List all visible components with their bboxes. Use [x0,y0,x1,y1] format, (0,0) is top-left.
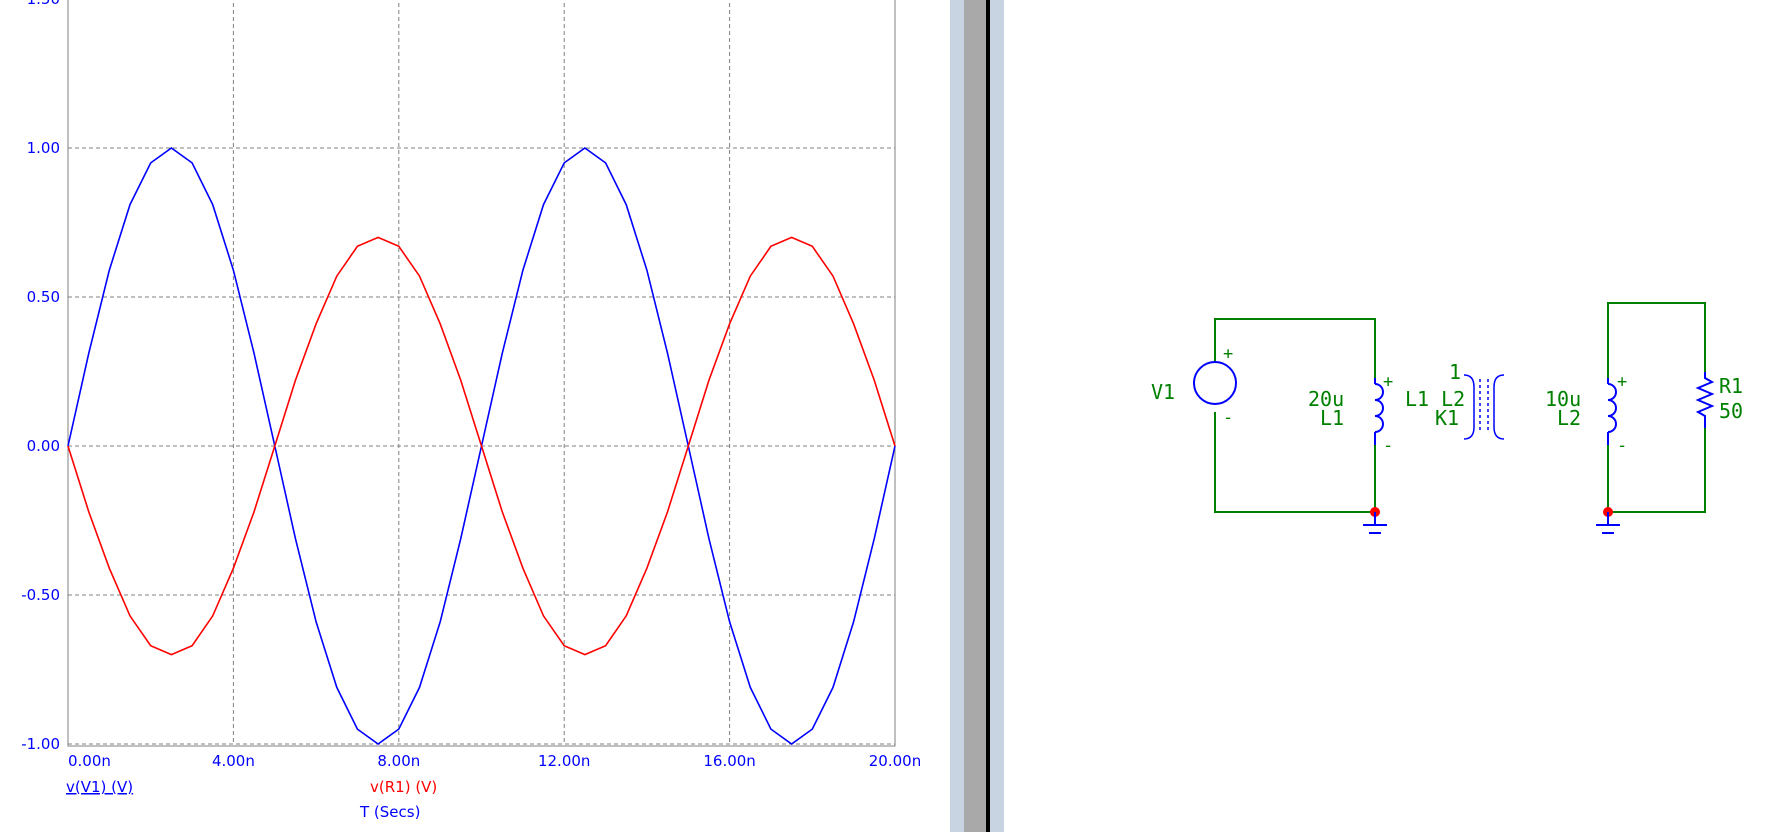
r1-resistor[interactable]: R1 50 [1695,372,1743,428]
r1-value: 50 [1719,399,1743,423]
l1-minus: - [1383,436,1393,456]
grid-lines [67,0,896,745]
ground-symbol-secondary [1596,512,1620,534]
v1-minus: - [1223,408,1233,428]
legend-series-r1[interactable]: v(R1) (V) [370,778,437,796]
y-tick-label: 0.50 [27,288,60,306]
k1-coupling-value: 1 [1449,360,1461,384]
y-tick-label: -1.00 [21,735,60,753]
y-tick-label: 0.00 [27,437,60,455]
l1-plus: + [1383,372,1393,392]
x-tick-label: 8.00n [377,752,420,770]
x-axis-ticks: 0.00n 4.00n 8.00n 12.00n 16.00n 20.00n [68,752,921,770]
l2-coil-symbol [1607,378,1617,445]
x-tick-label: 16.00n [703,752,755,770]
v1-source[interactable]: V1 + - [1151,344,1237,428]
schematic-pane[interactable]: V1 + - 20u L1 + - 1 L1 L2 K1 10u L2 + - … [1008,0,1774,832]
v1-plus: + [1223,344,1233,364]
x-tick-label: 0.00n [68,752,111,770]
k1-name: K1 [1435,406,1459,430]
x-tick-label: 12.00n [538,752,590,770]
primary-wires [1214,318,1376,513]
plot-pane[interactable]: -1.00 -0.50 0.00 0.50 1.00 1.50 0.00n 4.00n 8.0… [0,0,950,832]
l2-plus: + [1617,372,1627,392]
v1-source-symbol [1193,361,1237,405]
ground-symbol-primary [1363,512,1387,534]
l2-minus: - [1617,436,1627,456]
y-tick-label: 1.00 [27,139,60,157]
plot-frame [67,0,896,747]
l2-inductor[interactable]: 10u L2 + - [1545,372,1627,456]
x-tick-label: 20.00n [869,752,921,770]
k1-coupling[interactable]: 1 L1 L2 K1 [1405,360,1505,440]
r1-name: R1 [1719,374,1743,398]
secondary-wires [1607,302,1706,513]
l1-coil-symbol [1374,378,1384,445]
splitter-graphic [950,0,1008,832]
x-axis-label: T (Secs) [359,803,420,821]
pane-splitter[interactable] [950,0,1008,832]
y-tick-label: -0.50 [21,586,60,604]
waveform-chart[interactable]: -1.00 -0.50 0.00 0.50 1.00 1.50 0.00n 4.00n 8.0… [0,0,950,832]
circuit-schematic[interactable]: V1 + - 20u L1 + - 1 L1 L2 K1 10u L2 + - … [1008,0,1774,832]
legend-series-v1[interactable]: v(V1) (V) [66,778,133,796]
l1-name: L1 [1320,406,1344,430]
x-tick-label: 4.00n [212,752,255,770]
y-tick-label: 1.50 [27,0,60,8]
l2-name: L2 [1557,406,1581,430]
v1-label: V1 [1151,380,1175,404]
l1-inductor[interactable]: 20u L1 + - [1308,372,1393,456]
k1-coupling-symbol [1463,374,1505,440]
y-axis-ticks: -1.00 -0.50 0.00 0.50 1.00 1.50 [21,0,60,753]
r1-resistor-symbol [1695,372,1715,428]
